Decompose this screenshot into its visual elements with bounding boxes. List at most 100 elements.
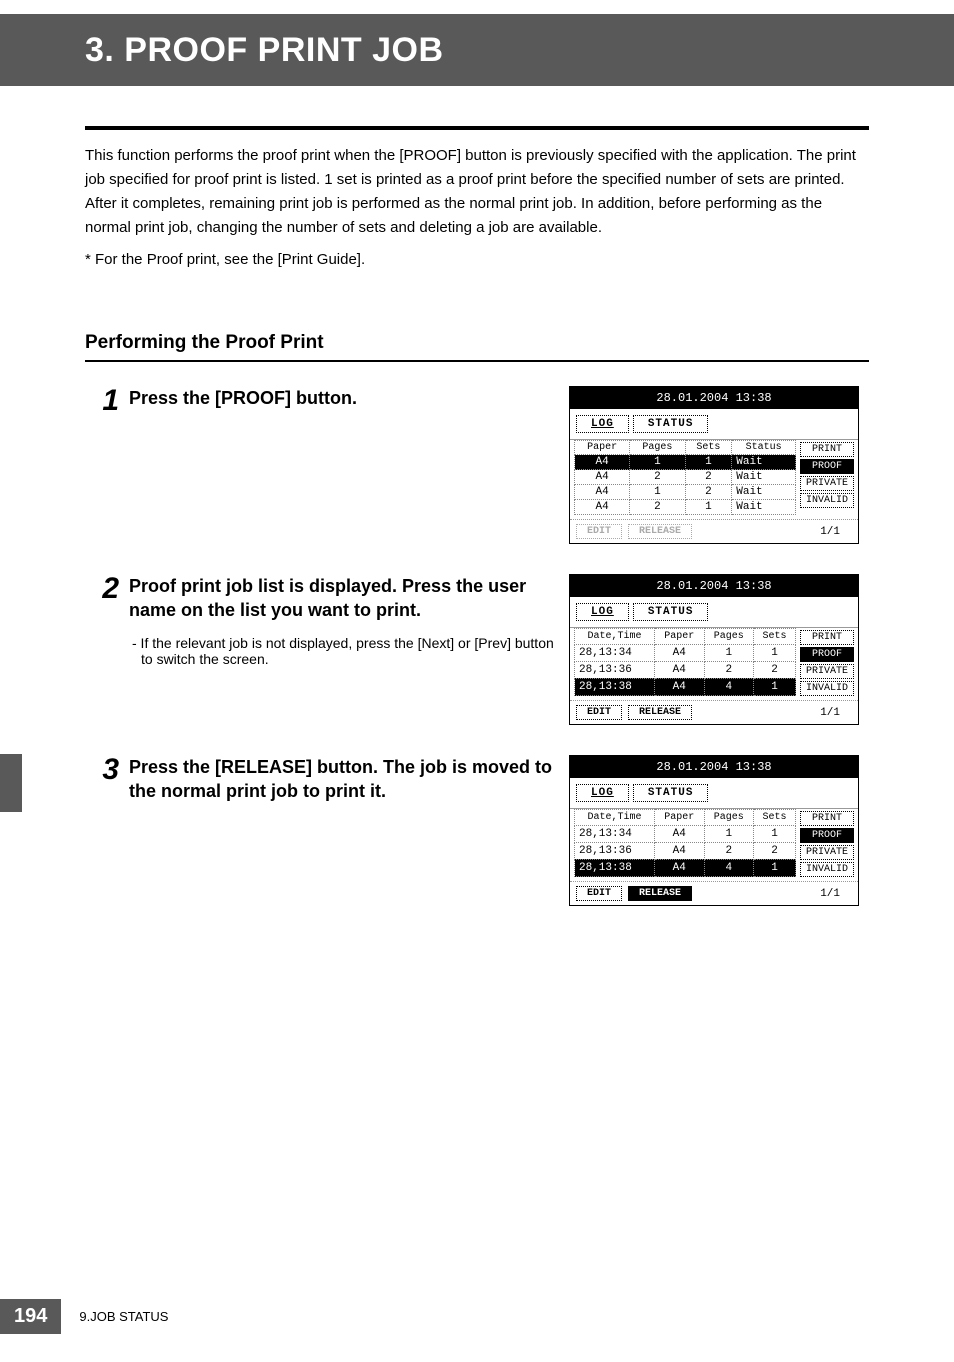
divider xyxy=(85,126,869,130)
table-header-row: Date,Time Paper Pages Sets xyxy=(575,810,796,826)
table-row[interactable]: A4 2 1 Wait xyxy=(575,500,796,515)
lcd-body: Paper Pages Sets Status A4 1 1 Wait xyxy=(570,439,858,519)
print-button[interactable]: PRINT xyxy=(800,811,854,826)
step-3: 3 Press the [RELEASE] button. The job is… xyxy=(85,755,869,906)
th-pages: Pages xyxy=(704,810,754,826)
private-button[interactable]: PRIVATE xyxy=(800,664,854,679)
intro-footnote: * For the Proof print, see the [Print Gu… xyxy=(85,248,869,272)
step-1: 1 Press the [PROOF] button. 28.01.2004 1… xyxy=(85,386,869,544)
step-number: 1 xyxy=(95,386,119,416)
th-datetime: Date,Time xyxy=(575,810,655,826)
lcd-bottom: EDIT RELEASE 1/1 xyxy=(570,700,858,724)
page-content: This function performs the proof print w… xyxy=(0,86,954,906)
th-paper: Paper xyxy=(655,810,705,826)
invalid-button[interactable]: INVALID xyxy=(800,681,854,696)
edit-button[interactable]: EDIT xyxy=(576,886,622,901)
lcd-datetime: 28.01.2004 13:38 xyxy=(570,387,858,409)
step-left: 1 Press the [PROOF] button. xyxy=(85,386,565,416)
step-left: 2 Proof print job list is displayed. Pre… xyxy=(85,574,565,667)
th-datetime: Date,Time xyxy=(575,629,655,645)
private-button[interactable]: PRIVATE xyxy=(800,845,854,860)
private-button[interactable]: PRIVATE xyxy=(800,476,854,491)
page-number: 194 xyxy=(0,1299,61,1334)
table-header-row: Paper Pages Sets Status xyxy=(575,441,796,455)
table-row[interactable]: A4 1 2 Wait xyxy=(575,485,796,500)
lcd-page-indicator: 1/1 xyxy=(820,888,840,900)
lcd-page-indicator: 1/1 xyxy=(820,526,840,538)
lcd-body: Date,Time Paper Pages Sets 28,13:34 A4 1… xyxy=(570,808,858,881)
table-header-row: Date,Time Paper Pages Sets xyxy=(575,629,796,645)
step-number: 2 xyxy=(95,574,119,667)
table-row[interactable]: A4 1 1 Wait xyxy=(575,455,796,470)
lcd-panel-1: 28.01.2004 13:38 LOG STATUS Paper Pages … xyxy=(569,386,859,544)
release-button[interactable]: RELEASE xyxy=(628,705,692,720)
lcd-table: Paper Pages Sets Status A4 1 1 Wait xyxy=(574,440,796,515)
lcd-datetime: 28.01.2004 13:38 xyxy=(570,575,858,597)
th-pages: Pages xyxy=(704,629,754,645)
table-row[interactable]: A4 2 2 Wait xyxy=(575,470,796,485)
page-header: 3. PROOF PRINT JOB xyxy=(0,14,954,86)
step-text: Proof print job list is displayed. Press… xyxy=(129,574,565,667)
edit-button[interactable]: EDIT xyxy=(576,524,622,539)
section-title: Performing the Proof Print xyxy=(85,332,869,362)
lcd-body: Date,Time Paper Pages Sets 28,13:34 A4 1… xyxy=(570,627,858,700)
table-row[interactable]: 28,13:34 A4 1 1 xyxy=(575,644,796,661)
lcd-bottom: EDIT RELEASE 1/1 xyxy=(570,519,858,543)
step-screenshot: 28.01.2004 13:38 LOG STATUS Paper Pages … xyxy=(569,386,869,544)
table-row[interactable]: 28,13:36 A4 2 2 xyxy=(575,661,796,678)
side-tab xyxy=(0,754,22,812)
lcd-side-buttons: PRINT PROOF PRIVATE INVALID xyxy=(800,628,854,696)
print-button[interactable]: PRINT xyxy=(800,630,854,645)
step-text: Press the [RELEASE] button. The job is m… xyxy=(129,755,565,804)
table-row[interactable]: 28,13:38 A4 4 1 xyxy=(575,859,796,876)
step-left: 3 Press the [RELEASE] button. The job is… xyxy=(85,755,565,804)
lcd-page-indicator: 1/1 xyxy=(820,707,840,719)
tab-status[interactable]: STATUS xyxy=(633,415,709,433)
table-row[interactable]: 28,13:34 A4 1 1 xyxy=(575,825,796,842)
step-note: - If the relevant job is not displayed, … xyxy=(141,635,565,667)
lcd-table: Date,Time Paper Pages Sets 28,13:34 A4 1… xyxy=(574,809,796,877)
th-sets: Sets xyxy=(754,810,796,826)
th-paper: Paper xyxy=(575,441,630,455)
th-sets: Sets xyxy=(754,629,796,645)
proof-button[interactable]: PROOF xyxy=(800,647,854,662)
page-title: 3. PROOF PRINT JOB xyxy=(85,31,444,70)
tab-log[interactable]: LOG xyxy=(576,603,629,621)
step-2: 2 Proof print job list is displayed. Pre… xyxy=(85,574,869,725)
intro-paragraph: This function performs the proof print w… xyxy=(85,144,869,240)
step-title: Press the [RELEASE] button. The job is m… xyxy=(129,755,565,804)
release-button[interactable]: RELEASE xyxy=(628,886,692,901)
th-sets: Sets xyxy=(685,441,732,455)
th-paper: Paper xyxy=(655,629,705,645)
invalid-button[interactable]: INVALID xyxy=(800,862,854,877)
intro-text: This function performs the proof print w… xyxy=(85,144,869,272)
lcd-panel-2: 28.01.2004 13:38 LOG STATUS Date,Time Pa… xyxy=(569,574,859,725)
tab-status[interactable]: STATUS xyxy=(633,784,709,802)
lcd-datetime: 28.01.2004 13:38 xyxy=(570,756,858,778)
proof-button[interactable]: PROOF xyxy=(800,828,854,843)
tab-log[interactable]: LOG xyxy=(576,415,629,433)
lcd-tabs: LOG STATUS xyxy=(570,778,858,808)
steps: 1 Press the [PROOF] button. 28.01.2004 1… xyxy=(85,386,869,906)
step-number: 3 xyxy=(95,755,119,804)
step-title: Proof print job list is displayed. Press… xyxy=(129,574,565,623)
page-footer: 194 9.JOB STATUS xyxy=(0,1299,168,1334)
th-status: Status xyxy=(732,441,796,455)
lcd-table: Date,Time Paper Pages Sets 28,13:34 A4 1… xyxy=(574,628,796,696)
release-button[interactable]: RELEASE xyxy=(628,524,692,539)
step-screenshot: 28.01.2004 13:38 LOG STATUS Date,Time Pa… xyxy=(569,574,869,725)
proof-button[interactable]: PROOF xyxy=(800,459,854,474)
step-title: Press the [PROOF] button. xyxy=(129,386,565,410)
tab-log[interactable]: LOG xyxy=(576,784,629,802)
table-row[interactable]: 28,13:36 A4 2 2 xyxy=(575,842,796,859)
step-screenshot: 28.01.2004 13:38 LOG STATUS Date,Time Pa… xyxy=(569,755,869,906)
invalid-button[interactable]: INVALID xyxy=(800,493,854,508)
print-button[interactable]: PRINT xyxy=(800,442,854,457)
table-row[interactable]: 28,13:38 A4 4 1 xyxy=(575,678,796,695)
lcd-bottom: EDIT RELEASE 1/1 xyxy=(570,881,858,905)
edit-button[interactable]: EDIT xyxy=(576,705,622,720)
th-pages: Pages xyxy=(630,441,685,455)
lcd-panel-3: 28.01.2004 13:38 LOG STATUS Date,Time Pa… xyxy=(569,755,859,906)
tab-status[interactable]: STATUS xyxy=(633,603,709,621)
lcd-tabs: LOG STATUS xyxy=(570,409,858,439)
